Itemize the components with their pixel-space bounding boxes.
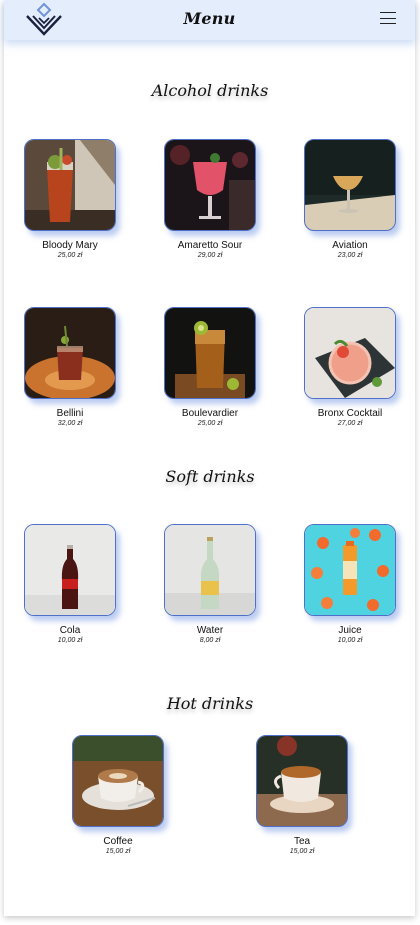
- menu-item-bellini[interactable]: Bellini 32,00 zł: [15, 307, 125, 428]
- menu-item-amaretto-sour[interactable]: Amaretto Sour 29,00 zł: [155, 139, 265, 260]
- item-price: 10,00 zł: [337, 637, 363, 644]
- item-name: Juice: [338, 625, 362, 636]
- menu-item-bronx-cocktail[interactable]: Bronx Cocktail 27,00 zł: [295, 307, 405, 428]
- item-price: 8,00 zł: [199, 637, 221, 644]
- item-price: 32,00 zł: [57, 420, 83, 427]
- item-name: Bellini: [56, 408, 84, 419]
- bellini-image[interactable]: [24, 307, 116, 399]
- menu-item-coffee[interactable]: Coffee 15,00 zł: [63, 735, 173, 856]
- amaretto-sour-image[interactable]: [164, 139, 256, 231]
- coffee-image[interactable]: [72, 735, 164, 827]
- menu-item-cola[interactable]: Cola 10,00 zł: [15, 524, 125, 645]
- menu-item-aviation[interactable]: Aviation 23,00 zł: [295, 139, 405, 260]
- item-price: 23,00 zł: [337, 252, 363, 259]
- item-name: Aviation: [332, 240, 368, 251]
- item-name: Amaretto Sour: [177, 240, 243, 251]
- section-title-soft: Soft drinks: [165, 467, 255, 486]
- juice-image[interactable]: [304, 524, 396, 616]
- item-price: 25,00 zł: [57, 252, 83, 259]
- hamburger-icon[interactable]: [380, 12, 396, 25]
- menu-item-bloody-mary[interactable]: Bloody Mary 25,00 zł: [15, 139, 125, 260]
- cola-image[interactable]: [24, 524, 116, 616]
- item-price: 15,00 zł: [289, 848, 315, 855]
- section-title-alcohol: Alcohol drinks: [151, 81, 269, 100]
- item-name: Bronx Cocktail: [317, 408, 383, 419]
- item-name: Bloody Mary: [42, 240, 98, 251]
- item-price: 25,00 zł: [197, 420, 223, 427]
- section-title-hot: Hot drinks: [166, 694, 254, 713]
- bronx-cocktail-image[interactable]: [304, 307, 396, 399]
- item-price: 29,00 zł: [197, 252, 223, 259]
- tea-image[interactable]: [256, 735, 348, 827]
- menu-item-boulevardier[interactable]: Boulevardier 25,00 zł: [155, 307, 265, 428]
- bloody-mary-image[interactable]: [24, 139, 116, 231]
- item-name: Cola: [59, 625, 81, 636]
- top-bar: Menu: [4, 0, 415, 40]
- item-name: Coffee: [103, 836, 133, 847]
- boulevardier-image[interactable]: [164, 307, 256, 399]
- menu-item-tea[interactable]: Tea 15,00 zł: [247, 735, 357, 856]
- page-title: Menu: [183, 9, 236, 28]
- item-name: Water: [196, 625, 224, 636]
- aviation-image[interactable]: [304, 139, 396, 231]
- item-price: 10,00 zł: [57, 637, 83, 644]
- item-price: 27,00 zł: [337, 420, 363, 427]
- menu-item-water[interactable]: Water 8,00 zł: [155, 524, 265, 645]
- water-image[interactable]: [164, 524, 256, 616]
- menu-item-juice[interactable]: Juice 10,00 zł: [295, 524, 405, 645]
- item-name: Boulevardier: [181, 408, 239, 419]
- item-name: Tea: [293, 836, 311, 847]
- item-price: 15,00 zł: [105, 848, 131, 855]
